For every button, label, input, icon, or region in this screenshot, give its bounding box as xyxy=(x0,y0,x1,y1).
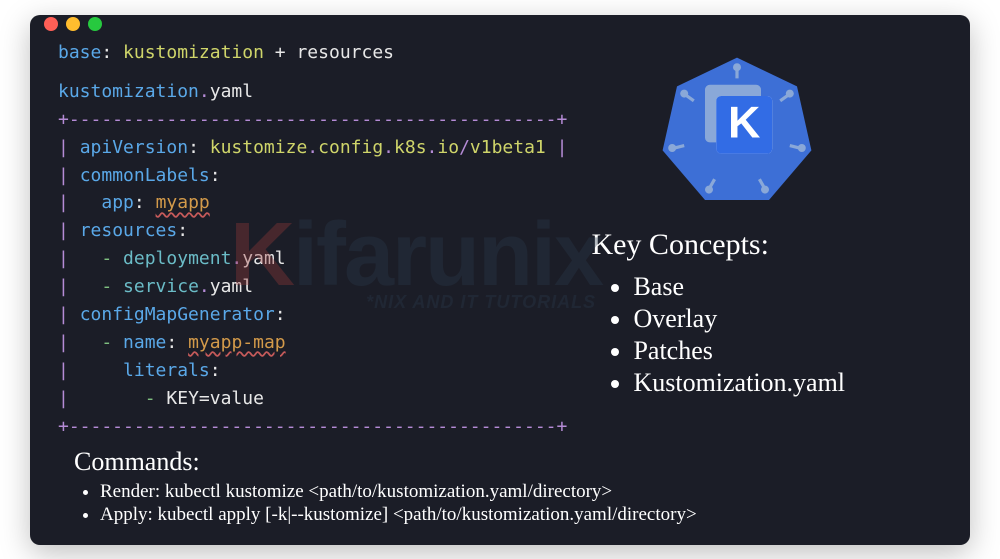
list-item: Apply: kubectl apply [-k|--kustomize] <p… xyxy=(100,504,936,526)
list-item: Overlay xyxy=(633,304,845,334)
commands-list: Render: kubectl kustomize <path/to/kusto… xyxy=(74,481,936,526)
concepts-title: Key Concepts: xyxy=(591,228,768,262)
close-icon[interactable] xyxy=(44,17,58,31)
list-item: Render: kubectl kustomize <path/to/kusto… xyxy=(100,481,936,503)
list-item: Kustomization.yaml xyxy=(633,368,845,398)
terminal-window: Kifarunix *NIX AND IT TUTORIALS base: ku… xyxy=(30,15,970,545)
minimize-icon[interactable] xyxy=(66,17,80,31)
commands-title: Commands: xyxy=(74,447,936,477)
filename: kustomization.yaml xyxy=(58,81,567,102)
kubernetes-icon: K xyxy=(657,48,817,208)
concepts-list: Base Overlay Patches Kustomization.yaml xyxy=(591,270,845,400)
commands-panel: Commands: Render: kubectl kustomize <pat… xyxy=(30,441,970,545)
base-line: base: kustomization + resources xyxy=(58,42,567,63)
yaml-box: +---------------------------------------… xyxy=(58,106,567,441)
titlebar xyxy=(30,15,970,34)
list-item: Patches xyxy=(633,336,845,366)
main-area: base: kustomization + resources kustomiz… xyxy=(30,34,970,441)
list-item: Base xyxy=(633,272,845,302)
code-panel: base: kustomization + resources kustomiz… xyxy=(58,42,567,441)
svg-text:K: K xyxy=(728,97,760,147)
concepts-panel: K xyxy=(591,42,942,441)
maximize-icon[interactable] xyxy=(88,17,102,31)
